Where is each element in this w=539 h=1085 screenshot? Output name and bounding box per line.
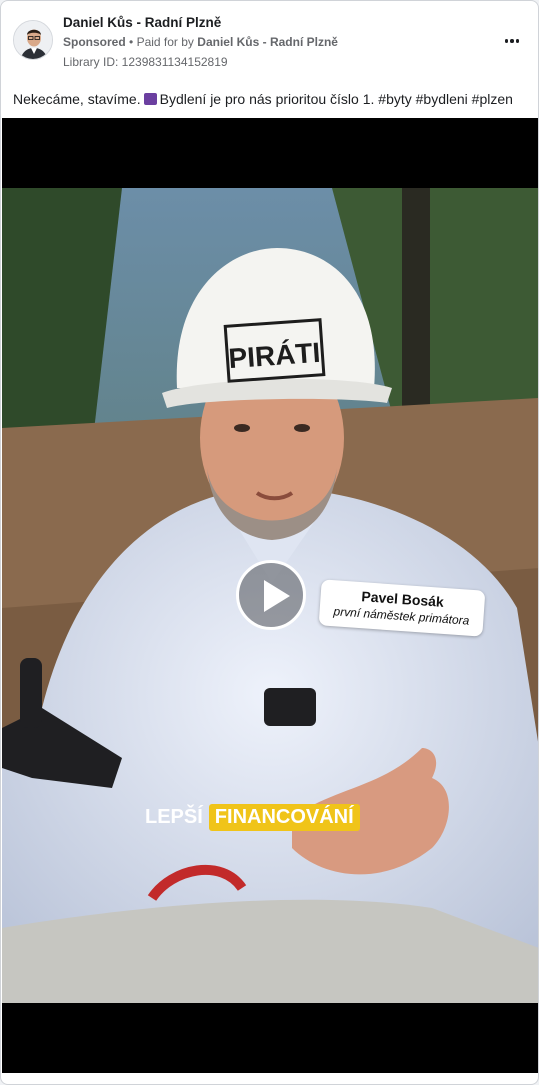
avatar-image bbox=[14, 21, 52, 59]
play-icon bbox=[264, 580, 290, 612]
page-name[interactable]: Daniel Kůs - Radní Plzně bbox=[63, 15, 221, 30]
subtitle-white-text: LEPŠÍ bbox=[145, 805, 203, 828]
video-subtitle: LEPŠÍ FINANCOVÁNÍ bbox=[145, 801, 360, 833]
caption-part-2: Bydlení je pro nás prioritou číslo 1. #b… bbox=[159, 91, 513, 107]
sponsored-line: Sponsored • Paid for by Daniel Kůs - Rad… bbox=[63, 35, 338, 49]
caption-part-1: Nekecáme, stavíme. bbox=[13, 91, 141, 107]
paid-for-by-name: Daniel Kůs - Radní Plzně bbox=[197, 35, 338, 49]
library-id: Library ID: 1239831134152819 bbox=[63, 55, 228, 69]
meta-separator: • bbox=[129, 35, 134, 49]
video-controls-bar bbox=[2, 1003, 538, 1073]
video-player[interactable]: PIRÁTI Pavel Bosák první náměstek primát… bbox=[2, 118, 538, 1073]
subtitle-highlight-text: FINANCOVÁNÍ bbox=[208, 803, 360, 831]
play-button[interactable] bbox=[236, 560, 306, 630]
sponsored-label: Sponsored bbox=[63, 35, 126, 49]
building-emoji-icon bbox=[143, 93, 157, 105]
post-caption: Nekecáme, stavíme. Bydlení je pro nás pri… bbox=[13, 91, 526, 107]
ad-post-card: Daniel Kůs - Radní Plzně Sponsored • Pai… bbox=[0, 0, 539, 1085]
post-header: Daniel Kůs - Radní Plzně Sponsored • Pai… bbox=[13, 15, 526, 75]
helmet-text: PIRÁTI bbox=[228, 337, 322, 374]
more-horizontal-icon bbox=[504, 39, 509, 43]
page-avatar[interactable] bbox=[13, 20, 53, 60]
paid-for-prefix: Paid for by bbox=[136, 35, 194, 49]
more-options-button[interactable] bbox=[500, 33, 524, 49]
